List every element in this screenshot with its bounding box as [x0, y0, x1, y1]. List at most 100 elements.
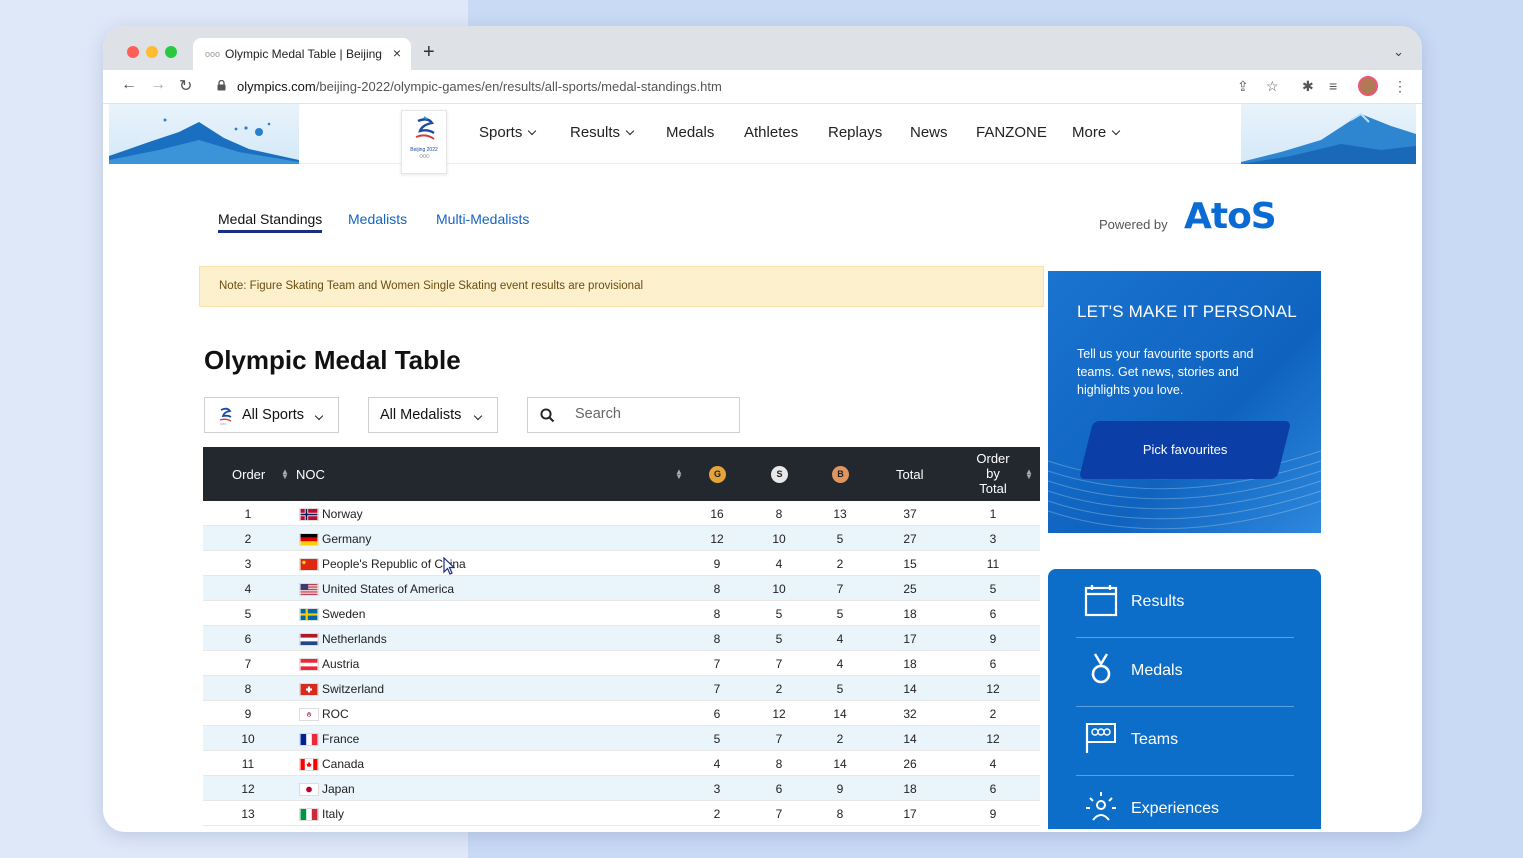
- close-window-button[interactable]: [127, 46, 139, 58]
- noc-name[interactable]: Netherlands: [322, 632, 387, 646]
- sort-icon[interactable]: ▲ ▼: [675, 468, 683, 481]
- sort-icon[interactable]: ▲ ▼: [281, 468, 289, 481]
- table-row[interactable]: 11 Canada 4 8 14 26 4: [203, 751, 1040, 776]
- nav-news[interactable]: News: [910, 124, 948, 141]
- browser-tab[interactable]: ooo Olympic Medal Table | Beijing 2022 ×: [193, 38, 411, 70]
- nav-more[interactable]: More: [1072, 124, 1121, 141]
- share-icon[interactable]: ⇪: [1237, 78, 1249, 95]
- noc-name[interactable]: Italy: [322, 807, 344, 821]
- reload-icon[interactable]: ↻: [179, 76, 192, 96]
- total-count: 17: [903, 632, 917, 646]
- quick-link-results[interactable]: Results: [1076, 569, 1294, 638]
- gold-count: 7: [713, 657, 721, 671]
- nav-sports[interactable]: Sports: [479, 124, 537, 141]
- medal-icon: [1091, 653, 1111, 684]
- table-row[interactable]: 9 ROC 6 12 14 32 2: [203, 701, 1040, 726]
- nav-medals[interactable]: Medals: [666, 124, 714, 141]
- header-total[interactable]: Total: [896, 467, 923, 482]
- kebab-menu-icon[interactable]: ⋮: [1393, 78, 1407, 95]
- gold-count: 8: [713, 607, 721, 621]
- total-count: 25: [903, 582, 917, 596]
- tab-multi-medalists[interactable]: Multi-Medalists: [436, 211, 529, 227]
- norway-flag-icon: [299, 508, 319, 521]
- gold-medal-icon[interactable]: G: [709, 466, 726, 483]
- nav-fanzone[interactable]: FANZONE: [976, 124, 1047, 141]
- table-row[interactable]: 10 France 5 7 2 14 12: [203, 726, 1040, 751]
- order-by-total: 11: [986, 557, 1000, 571]
- noc-name[interactable]: Austria: [322, 657, 359, 671]
- usa-flag-icon: [299, 583, 319, 596]
- tab-close-icon[interactable]: ×: [393, 45, 401, 61]
- quick-link-experiences[interactable]: Experiences: [1076, 776, 1294, 829]
- order-cell: 4: [244, 582, 252, 596]
- noc-name[interactable]: Norway: [322, 507, 363, 521]
- tab-title: Olympic Medal Table | Beijing 2022: [225, 47, 383, 61]
- nav-athletes[interactable]: Athletes: [744, 124, 798, 141]
- header-order[interactable]: Order: [232, 467, 265, 482]
- minimize-window-button[interactable]: [146, 46, 158, 58]
- noc-name[interactable]: Japan: [322, 782, 355, 796]
- table-row[interactable]: 2 Germany 12 10 5 27 3: [203, 526, 1040, 551]
- table-row[interactable]: 4 United States of America 8 10 7 25 5: [203, 576, 1040, 601]
- table-row[interactable]: 7 Austria 7 7 4 18 6: [203, 651, 1040, 676]
- tab-medalists[interactable]: Medalists: [348, 211, 407, 227]
- noc-name[interactable]: Switzerland: [322, 682, 384, 696]
- table-row[interactable]: 1 Norway 16 8 13 37 1: [203, 501, 1040, 526]
- order-cell: 9: [244, 707, 252, 721]
- noc-name[interactable]: France: [322, 732, 359, 746]
- tab-medal-standings[interactable]: Medal Standings: [218, 211, 323, 233]
- quick-link-teams[interactable]: Teams: [1076, 707, 1294, 776]
- olympic-rings-icon: ooo: [205, 49, 221, 59]
- order-cell: 13: [241, 807, 255, 821]
- order-by-total: 3: [989, 532, 997, 546]
- total-count: 18: [903, 657, 917, 671]
- search-box[interactable]: [527, 397, 740, 433]
- order-by-total: 9: [989, 807, 997, 821]
- search-input[interactable]: [575, 406, 725, 422]
- extensions-puzzle-icon[interactable]: ✱: [1302, 78, 1314, 95]
- silver-count: 10: [772, 532, 786, 546]
- noc-name[interactable]: Germany: [322, 532, 371, 546]
- address-bar[interactable]: olympics.com/beijing-2022/olympic-games/…: [207, 74, 1307, 100]
- quick-link-medals[interactable]: Medals: [1076, 638, 1294, 707]
- bookmark-star-icon[interactable]: ☆: [1266, 78, 1279, 95]
- media-control-icon[interactable]: ≡: [1329, 78, 1337, 94]
- pick-favourites-button[interactable]: Pick favourites: [1078, 421, 1292, 479]
- table-row[interactable]: 13 Italy 2 7 8 17 9: [203, 801, 1040, 826]
- sport-filter-dropdown[interactable]: ○○○ All Sports: [204, 397, 339, 433]
- order-by-total: 4: [989, 757, 997, 771]
- table-row[interactable]: 12 Japan 3 6 9 18 6: [203, 776, 1040, 801]
- nav-replays[interactable]: Replays: [828, 124, 882, 141]
- gold-count: 16: [710, 507, 724, 521]
- olympic-rings-icon: ○○○: [419, 153, 430, 160]
- header-noc[interactable]: NOC: [296, 467, 325, 482]
- atos-logo[interactable]: AtoS: [1184, 196, 1277, 237]
- order-by-total: 6: [989, 607, 997, 621]
- mouse-cursor-icon: [443, 557, 455, 575]
- table-row[interactable]: 5 Sweden 8 5 5 18 6: [203, 601, 1040, 626]
- noc-name[interactable]: United States of America: [322, 582, 454, 596]
- back-arrow-icon[interactable]: ←: [121, 76, 137, 94]
- table-row[interactable]: 6 Netherlands 8 5 4 17 9: [203, 626, 1040, 651]
- header-order-by-total[interactable]: Order by Total: [973, 451, 1013, 496]
- beijing-2022-logo[interactable]: Beijing 2022 ○○○: [401, 110, 447, 174]
- silver-medal-icon[interactable]: S: [771, 466, 788, 483]
- nav-results[interactable]: Results: [570, 124, 635, 141]
- promo-body: Tell us your favourite sports and teams.…: [1077, 347, 1254, 397]
- table-row[interactable]: 3 People's Republic of China 9 4 2 15 11: [203, 551, 1040, 576]
- china-flag-icon: [299, 558, 319, 571]
- order-by-total: 12: [986, 732, 1000, 746]
- new-tab-button[interactable]: +: [423, 42, 435, 62]
- maximize-window-button[interactable]: [165, 46, 177, 58]
- profile-avatar[interactable]: [1358, 76, 1378, 96]
- noc-name[interactable]: Canada: [322, 757, 364, 771]
- sort-icon[interactable]: ▲ ▼: [1025, 468, 1033, 481]
- medalists-filter-dropdown[interactable]: All Medalists: [368, 397, 498, 433]
- tab-search-chevron-icon[interactable]: ⌄: [1393, 44, 1404, 60]
- forward-arrow-icon[interactable]: →: [150, 76, 166, 94]
- noc-name[interactable]: Sweden: [322, 607, 365, 621]
- gold-count: 9: [713, 557, 721, 571]
- table-row[interactable]: 8 Switzerland 7 2 5 14 12: [203, 676, 1040, 701]
- noc-name[interactable]: ROC: [322, 707, 349, 721]
- bronze-medal-icon[interactable]: B: [832, 466, 849, 483]
